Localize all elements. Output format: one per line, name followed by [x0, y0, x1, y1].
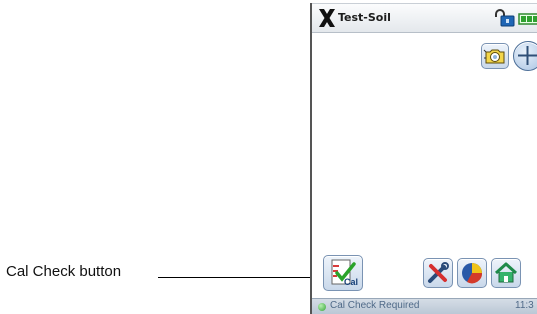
battery-icon — [518, 13, 537, 25]
main-content-area — [312, 33, 537, 280]
cal-check-button[interactable]: Cal — [323, 255, 363, 291]
unlocked-padlock-icon[interactable] — [494, 9, 516, 27]
pie-chart-button[interactable] — [457, 258, 487, 288]
title-bar: Test-Soil — [312, 4, 537, 33]
status-bar: Cal Check Required 11:3 — [312, 298, 537, 314]
home-button[interactable] — [491, 258, 521, 288]
status-message: Cal Check Required — [330, 300, 420, 311]
status-time: 11:3 — [515, 300, 534, 311]
device-screen: Test-Soil Cal Cal Check Required 11:3 — [310, 0, 537, 314]
app-title: Test-Soil — [338, 11, 391, 24]
callout-leader-line — [158, 277, 321, 278]
camera-button[interactable] — [481, 43, 509, 69]
add-button[interactable] — [513, 41, 537, 71]
tools-button[interactable] — [423, 258, 453, 288]
cal-check-label: Cal — [344, 277, 359, 287]
callout-label: Cal Check button — [6, 263, 122, 280]
status-indicator-icon — [318, 303, 326, 311]
x-logo-icon — [318, 8, 336, 28]
